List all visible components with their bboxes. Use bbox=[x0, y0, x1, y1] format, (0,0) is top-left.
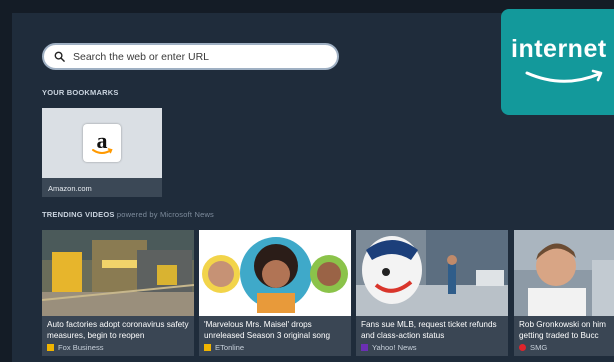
video-meta: 'Marvelous Mrs. Maisel' drops unreleased… bbox=[199, 316, 351, 356]
window-left-edge bbox=[0, 0, 12, 362]
brand-text: internet bbox=[511, 35, 607, 63]
video-card-mlb-refunds[interactable]: Fans sue MLB, request ticket refunds and… bbox=[356, 230, 508, 356]
video-source: Fox Business bbox=[47, 343, 104, 352]
amazon-internet-logo: internet bbox=[501, 9, 614, 115]
video-title: Fans sue MLB, request ticket refunds and… bbox=[361, 320, 497, 340]
amazon-logo-icon: a bbox=[83, 124, 121, 162]
trending-title: TRENDING VIDEOS bbox=[42, 210, 115, 219]
bookmark-tile-amazon[interactable]: a Amazon.com bbox=[42, 108, 162, 197]
fox-business-icon bbox=[47, 344, 54, 351]
video-title: Auto factories adopt coronavirus safety … bbox=[47, 320, 189, 340]
trending-heading: TRENDING VIDEOS powered by Microsoft New… bbox=[42, 210, 214, 219]
etonline-icon bbox=[204, 344, 211, 351]
video-card-gronkowski[interactable]: Rob Gronkowski on him getting traded to … bbox=[514, 230, 614, 356]
video-source: ETonline bbox=[204, 343, 244, 352]
video-source-label: Yahoo! News bbox=[372, 343, 417, 352]
video-source: Yahoo! News bbox=[361, 343, 417, 352]
video-card-auto-factories[interactable]: Auto factories adopt coronavirus safety … bbox=[42, 230, 194, 356]
bookmark-thumbnail: a bbox=[42, 108, 162, 178]
bookmark-name: Amazon.com bbox=[48, 184, 92, 193]
powered-by-label: powered by Microsoft News bbox=[116, 210, 215, 219]
smg-icon bbox=[519, 344, 526, 351]
video-title: 'Marvelous Mrs. Maisel' drops unreleased… bbox=[204, 320, 331, 340]
video-source-label: SMG bbox=[530, 343, 548, 352]
video-title: Rob Gronkowski on him getting traded to … bbox=[519, 320, 606, 340]
video-source-label: ETonline bbox=[215, 343, 245, 352]
video-source-label: Fox Business bbox=[58, 343, 104, 352]
svg-text:a: a bbox=[97, 128, 108, 153]
video-thumbnail bbox=[42, 230, 194, 316]
video-source: SMG bbox=[519, 343, 547, 352]
bookmarks-heading: YOUR BOOKMARKS bbox=[42, 88, 119, 97]
yahoo-news-icon bbox=[361, 344, 368, 351]
video-thumbnail bbox=[199, 230, 351, 316]
video-meta: Auto factories adopt coronavirus safety … bbox=[42, 316, 194, 356]
search-input[interactable] bbox=[71, 49, 325, 64]
search-icon bbox=[54, 51, 65, 62]
smile-arrow-icon bbox=[525, 69, 603, 83]
video-meta: Rob Gronkowski on him getting traded to … bbox=[514, 316, 614, 356]
video-meta: Fans sue MLB, request ticket refunds and… bbox=[356, 316, 508, 356]
video-thumbnail bbox=[356, 230, 508, 316]
search-bar[interactable] bbox=[42, 43, 339, 70]
video-thumbnail bbox=[514, 230, 614, 316]
video-card-mrs-maisel[interactable]: 'Marvelous Mrs. Maisel' drops unreleased… bbox=[199, 230, 351, 356]
